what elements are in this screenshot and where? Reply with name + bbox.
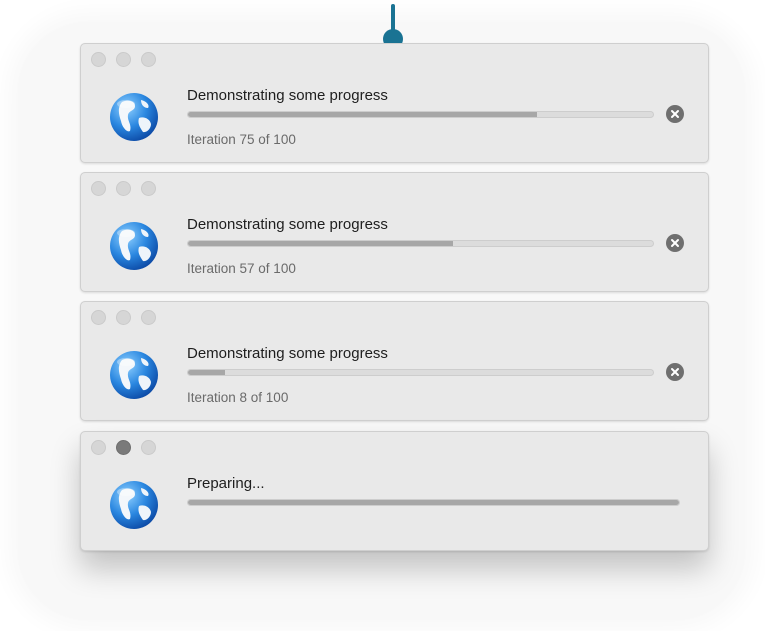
traffic-lights <box>91 181 156 196</box>
screen: Demonstrating some progress Iteration 75… <box>0 0 765 631</box>
minimize-light[interactable] <box>116 181 131 196</box>
progress-bar <box>187 111 654 118</box>
close-light[interactable] <box>91 310 106 325</box>
window-title: Preparing... <box>187 475 265 492</box>
minimize-light[interactable] <box>116 440 131 455</box>
globe-icon <box>110 481 158 529</box>
progress-fill <box>188 112 537 117</box>
traffic-lights <box>91 310 156 325</box>
progress-fill <box>188 241 454 246</box>
traffic-lights <box>91 440 156 455</box>
minimize-light[interactable] <box>116 310 131 325</box>
globe-icon <box>110 93 158 141</box>
close-circle-icon <box>671 368 679 376</box>
window-title: Demonstrating some progress <box>187 345 388 362</box>
zoom-light[interactable] <box>141 440 156 455</box>
zoom-light[interactable] <box>141 181 156 196</box>
indeterminate-progress-bar <box>187 499 680 506</box>
progress-fill <box>188 500 679 505</box>
progress-window-3: Demonstrating some progress Iteration 8 … <box>80 301 709 421</box>
close-circle-icon <box>671 110 679 118</box>
zoom-light[interactable] <box>141 310 156 325</box>
iteration-status: Iteration 8 of 100 <box>187 390 289 405</box>
close-circle-icon <box>671 239 679 247</box>
cancel-button[interactable] <box>666 234 684 252</box>
progress-fill <box>188 370 226 375</box>
window-title: Demonstrating some progress <box>187 216 388 233</box>
iteration-status: Iteration 57 of 100 <box>187 261 296 276</box>
minimize-light[interactable] <box>116 52 131 67</box>
window-title: Demonstrating some progress <box>187 87 388 104</box>
globe-icon <box>110 351 158 399</box>
progress-window-1: Demonstrating some progress Iteration 75… <box>80 43 709 163</box>
globe-icon <box>110 222 158 270</box>
iteration-status: Iteration 75 of 100 <box>187 132 296 147</box>
progress-window-2: Demonstrating some progress Iteration 57… <box>80 172 709 292</box>
zoom-light[interactable] <box>141 52 156 67</box>
close-light[interactable] <box>91 52 106 67</box>
cancel-button[interactable] <box>666 363 684 381</box>
close-light[interactable] <box>91 440 106 455</box>
cancel-button[interactable] <box>666 105 684 123</box>
progress-bar <box>187 240 654 247</box>
close-light[interactable] <box>91 181 106 196</box>
progress-bar <box>187 369 654 376</box>
traffic-lights <box>91 52 156 67</box>
progress-window-4: Preparing... <box>80 431 709 551</box>
